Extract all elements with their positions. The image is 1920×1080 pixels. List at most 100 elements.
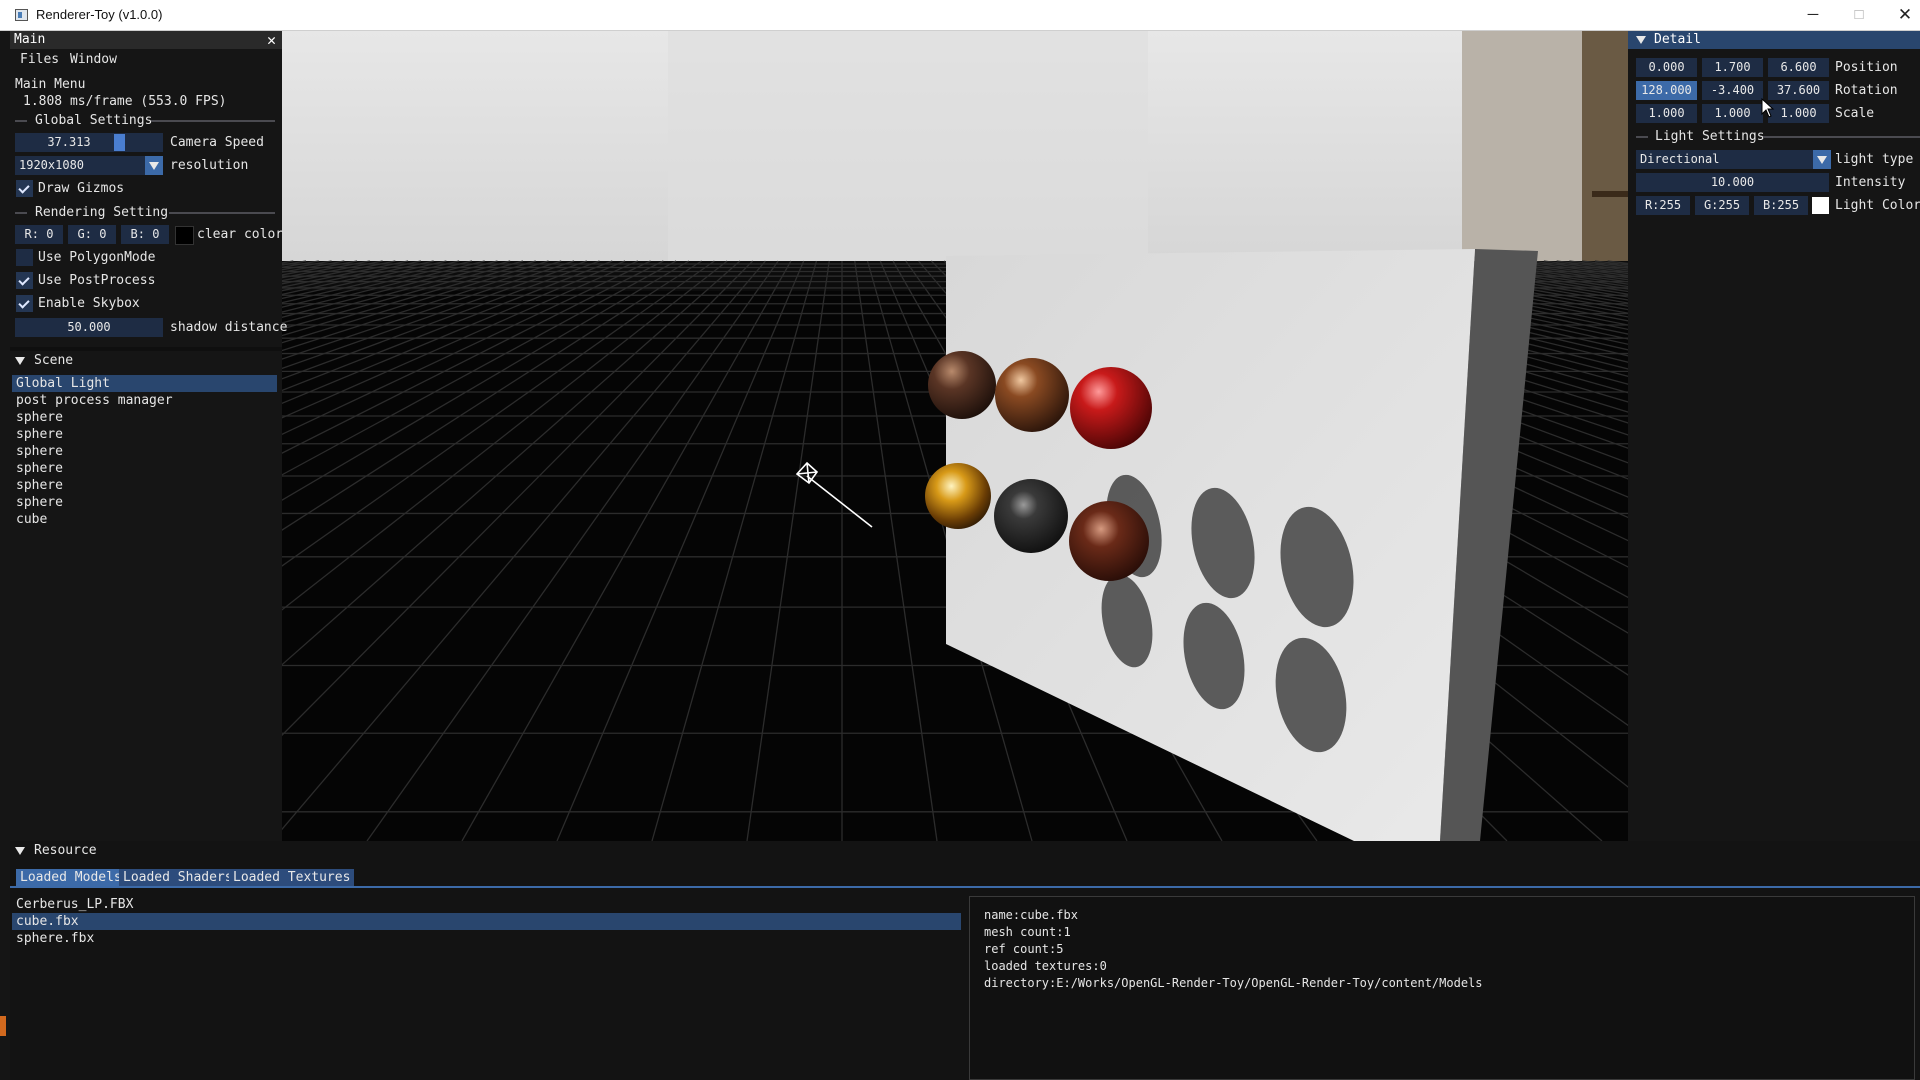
skybox-label: Enable Skybox — [38, 296, 140, 311]
slider-grab-handle[interactable] — [114, 134, 125, 151]
position-x-field[interactable]: 0.000 — [1636, 58, 1697, 77]
separator-line — [15, 120, 27, 122]
scene-item-label: cube — [16, 512, 48, 527]
main-panel-header[interactable]: Main — [10, 31, 282, 49]
maximize-button[interactable]: □ — [1836, 0, 1882, 30]
info-loaded-textures: loaded textures:0 — [984, 959, 1107, 973]
scene-item-sphere[interactable]: sphere — [16, 426, 63, 443]
rotation-x-field[interactable]: 128.000 — [1636, 81, 1697, 100]
scene-item-label: sphere — [16, 427, 63, 442]
model-item-label: cube.fbx — [16, 914, 79, 929]
scene-item-sphere[interactable]: sphere — [16, 460, 63, 477]
position-z-value: 6.600 — [1780, 60, 1817, 74]
scale-y-field[interactable]: 1.000 — [1702, 104, 1763, 123]
camera-speed-slider[interactable]: 37.313 — [15, 133, 163, 152]
clear-color-label: clear color — [197, 227, 284, 242]
detail-panel-header[interactable]: Detail — [1628, 31, 1920, 49]
scene-item-label: sphere — [16, 495, 63, 510]
model-item-cube[interactable]: cube.fbx — [12, 913, 961, 930]
left-dock-strip — [0, 31, 10, 1080]
draw-gizmos-label: Draw Gizmos — [38, 181, 125, 196]
light-color-r-field[interactable]: R:255 — [1636, 196, 1690, 215]
detail-panel-title: Detail — [1654, 32, 1701, 47]
clear-color-b-value: B: 0 — [130, 227, 160, 241]
menu-window[interactable]: Window — [70, 50, 117, 69]
tab-loaded-models[interactable]: Loaded Models — [16, 869, 126, 886]
light-type-dropdown-button[interactable] — [1813, 150, 1831, 169]
polygon-mode-checkbox[interactable] — [16, 249, 33, 266]
post-process-checkbox[interactable] — [16, 272, 33, 289]
scene-item-sphere[interactable]: sphere — [16, 409, 63, 426]
position-x-value: 0.000 — [1648, 60, 1685, 74]
rotation-z-value: 37.600 — [1776, 83, 1821, 97]
info-mesh-count: mesh count:1 — [984, 925, 1071, 939]
checkmark-icon — [18, 297, 30, 309]
scene-item-post-process-manager[interactable]: post process manager — [16, 392, 173, 409]
scale-x-field[interactable]: 1.000 — [1636, 104, 1697, 123]
scale-label: Scale — [1835, 106, 1875, 121]
scene-item-label: sphere — [16, 461, 63, 476]
shadow-distance-label: shadow distance — [170, 320, 288, 335]
window-titlebar: Renderer-Toy (v1.0.0) ─ □ ✕ — [0, 0, 1920, 31]
polygon-mode-label: Use PolygonMode — [38, 250, 156, 265]
scene-item-sphere[interactable]: sphere — [16, 494, 63, 511]
camera-speed-value: 37.313 — [47, 135, 91, 149]
clear-color-r-field[interactable]: R: 0 — [15, 225, 63, 244]
scale-z-value: 1.000 — [1780, 106, 1817, 120]
position-y-field[interactable]: 1.700 — [1702, 58, 1763, 77]
render-viewport[interactable] — [282, 31, 1628, 841]
scale-z-field[interactable]: 1.000 — [1768, 104, 1829, 123]
main-panel: Main ✕ Files Window Main Menu 1.808 ms/f… — [10, 31, 287, 347]
rotation-label: Rotation — [1835, 83, 1898, 98]
taskbar-edge-marker — [0, 1016, 6, 1036]
menu-files[interactable]: Files — [20, 50, 59, 69]
resolution-dropdown[interactable]: 1920x1080 — [15, 156, 145, 175]
close-icon[interactable]: ✕ — [267, 31, 276, 49]
light-color-swatch[interactable] — [1812, 197, 1829, 214]
draw-gizmos-checkbox[interactable] — [16, 180, 33, 197]
dropdown-arrow-icon — [1817, 156, 1827, 164]
light-type-dropdown[interactable]: Directional — [1636, 150, 1813, 169]
collapse-triangle-icon — [15, 847, 25, 855]
rotation-z-field[interactable]: 37.600 — [1768, 81, 1829, 100]
light-color-g-value: G:255 — [1703, 198, 1741, 212]
light-type-value: Directional — [1640, 152, 1720, 166]
intensity-field[interactable]: 10.000 — [1636, 173, 1829, 192]
rotation-y-field[interactable]: -3.400 — [1702, 81, 1763, 100]
skybox-checkbox[interactable] — [16, 295, 33, 312]
tab-underline — [10, 886, 1920, 888]
tab-loaded-shaders[interactable]: Loaded Shaders — [119, 869, 237, 886]
intensity-label: Intensity — [1835, 175, 1906, 190]
app-icon — [15, 9, 28, 21]
clear-color-swatch[interactable] — [175, 226, 194, 245]
scene-item-sphere[interactable]: sphere — [16, 477, 63, 494]
model-item-sphere[interactable]: sphere.fbx — [16, 930, 94, 947]
scene-item-global-light[interactable]: Global Light — [12, 375, 277, 392]
tab-loaded-textures[interactable]: Loaded Textures — [229, 869, 355, 886]
light-color-b-value: B:255 — [1762, 198, 1800, 212]
model-info-box: name:cube.fbx mesh count:1 ref count:5 l… — [969, 896, 1915, 1080]
scene-panel-header[interactable]: Scene — [10, 351, 282, 371]
close-window-button[interactable]: ✕ — [1882, 0, 1920, 30]
rotation-x-value: 128.000 — [1641, 83, 1692, 97]
light-color-g-field[interactable]: G:255 — [1695, 196, 1749, 215]
position-z-field[interactable]: 6.600 — [1768, 58, 1829, 77]
clear-color-b-field[interactable]: B: 0 — [121, 225, 169, 244]
scene-item-cube[interactable]: cube — [16, 511, 47, 528]
minimize-button[interactable]: ─ — [1790, 0, 1836, 30]
model-item-cerberus[interactable]: Cerberus_LP.FBX — [16, 896, 133, 913]
checkmark-icon — [18, 274, 30, 286]
light-color-label: Light Color — [1835, 198, 1920, 213]
resolution-value: 1920x1080 — [19, 158, 85, 172]
resolution-dropdown-button[interactable] — [145, 156, 163, 175]
scene-item-label: Global Light — [16, 376, 110, 391]
intensity-value: 10.000 — [1710, 175, 1755, 189]
shadow-distance-field[interactable]: 50.000 — [15, 318, 163, 337]
scene-item-sphere[interactable]: sphere — [16, 443, 63, 460]
clear-color-g-field[interactable]: G: 0 — [68, 225, 116, 244]
resource-panel-header[interactable]: Resource — [10, 841, 1920, 860]
separator-line — [1636, 136, 1648, 138]
light-color-b-field[interactable]: B:255 — [1754, 196, 1808, 215]
dropdown-arrow-icon — [149, 162, 159, 170]
position-label: Position — [1835, 60, 1898, 75]
